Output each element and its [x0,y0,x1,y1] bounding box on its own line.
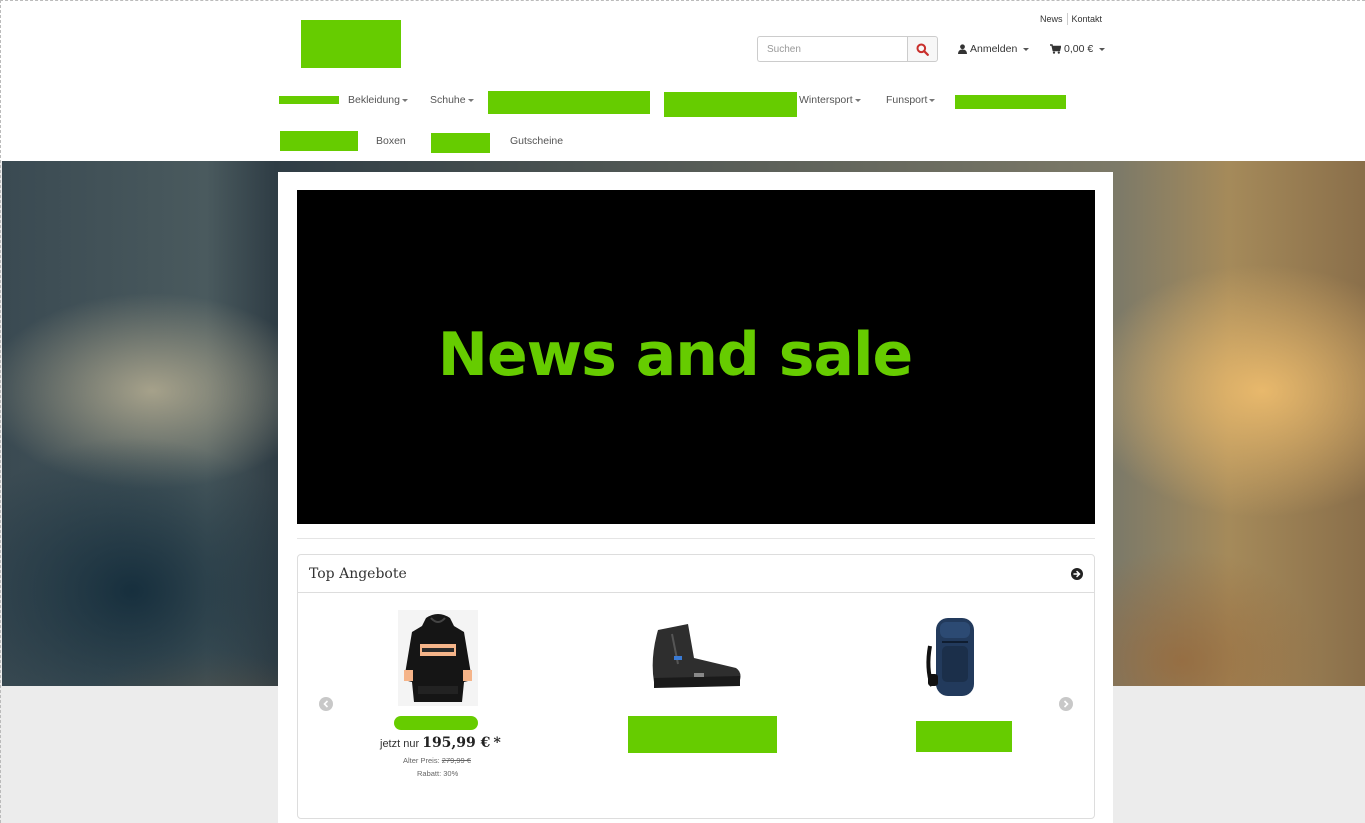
cart-total: 0,00 € [1064,43,1094,55]
price-prefix: jetzt nur [380,738,420,750]
contact-link[interactable]: Kontakt [1072,14,1103,24]
chevron-down-icon [854,98,861,102]
nav-item-label: Wintersport [799,94,853,106]
redacted-product-name[interactable] [394,716,478,730]
nav-item-label: Boxen [376,135,406,147]
product-image-jacket[interactable] [398,610,478,706]
old-price-line: Alter Preis: 279,99 € [403,756,471,765]
search-icon [916,43,929,56]
nav-item-gutscheine[interactable]: Gutscheine [510,135,563,147]
redacted-nav-item[interactable] [280,131,358,151]
nav-item-wintersport[interactable]: Wintersport [799,94,861,106]
chevron-down-icon [1023,47,1030,51]
cart-icon [1050,44,1061,54]
nav-item-funsport[interactable]: Funsport [886,94,936,106]
product-price: 195,99 € [422,735,491,751]
search-button[interactable] [907,36,938,62]
nav-item-label: Gutscheine [510,135,564,147]
chevron-down-icon [467,98,474,102]
discount-label: Rabatt: 30% [417,769,459,778]
promo-banner[interactable]: News and sale [297,190,1095,524]
site-header: News Kontakt Anmelden 0,00 € [0,0,1365,161]
product-image-backpack[interactable] [922,612,988,702]
top-offers-title: Top Angebote [309,565,407,582]
chevron-down-icon [1099,47,1106,51]
section-divider [297,538,1095,539]
cart-dropdown[interactable]: 0,00 € [1050,43,1106,55]
redacted-nav-item[interactable] [488,91,650,114]
arrow-right-circle-icon[interactable] [1071,567,1083,580]
slider-next-button[interactable] [1059,697,1073,711]
chevron-right-icon [1063,700,1069,708]
redacted-nav-item[interactable] [664,92,797,117]
site-logo[interactable] [301,20,401,68]
old-price: 279,99 € [441,756,471,765]
arrow-right-icon [1073,570,1081,577]
chevron-down-icon [929,98,936,102]
search-bar [757,36,938,62]
redacted-nav-item[interactable] [279,96,339,104]
top-links: News Kontakt [1040,13,1102,25]
nav-item-schuhe[interactable]: Schuhe [430,94,474,106]
chevron-left-icon [323,700,329,708]
account-dropdown[interactable]: Anmelden [958,43,1030,55]
nav-item-label: Funsport [886,94,928,106]
redacted-product-name[interactable] [628,716,777,753]
nav-item-boxen[interactable]: Boxen [376,135,406,147]
product-price-line: jetzt nur 195,99 € * [380,735,501,751]
account-label: Anmelden [970,43,1018,55]
link-separator [1066,13,1068,25]
price-asterisk: * [493,735,501,751]
redacted-nav-item[interactable] [955,95,1066,109]
top-offers-header: Top Angebote [298,555,1094,593]
nav-item-bekleidung[interactable]: Bekleidung [348,94,408,106]
search-input[interactable] [757,36,907,62]
redacted-product-name[interactable] [916,721,1012,752]
slider-prev-button[interactable] [319,697,333,711]
user-icon [958,44,967,54]
nav-item-label: Bekleidung [348,94,400,106]
redacted-nav-item[interactable] [431,133,490,153]
product-image-hiking-boot[interactable] [648,618,744,694]
news-link[interactable]: News [1040,14,1063,24]
chevron-down-icon [401,98,408,102]
nav-item-label: Schuhe [430,94,466,106]
old-price-label: Alter Preis: [403,756,440,765]
banner-headline: News and sale [437,320,913,390]
